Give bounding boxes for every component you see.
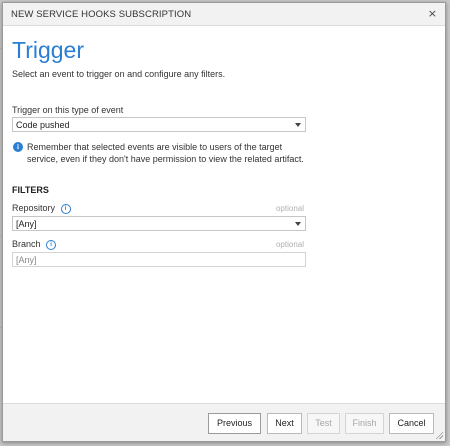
repository-label: Repository	[12, 203, 56, 213]
page-subtitle: Select an event to trigger on and config…	[12, 69, 226, 79]
resize-grip-icon[interactable]	[435, 431, 443, 439]
filters-section-title: FILTERS	[12, 185, 49, 195]
branch-optional-hint: optional	[275, 240, 304, 249]
branch-label: Branch	[12, 239, 41, 249]
event-type-value: Code pushed	[16, 120, 70, 130]
event-type-select[interactable]: Code pushed	[12, 117, 306, 132]
dialog-footer: Previous Next Test Finish Cancel	[3, 403, 445, 441]
dialog-titlebar: NEW SERVICE HOOKS SUBSCRIPTION ×	[3, 3, 445, 26]
event-type-label: Trigger on this type of event	[12, 105, 124, 115]
dialog-title: NEW SERVICE HOOKS SUBSCRIPTION	[11, 9, 192, 20]
repository-info-icon[interactable]: i	[60, 203, 71, 214]
info-icon: i	[13, 142, 23, 152]
close-icon[interactable]: ×	[428, 7, 437, 20]
next-button[interactable]: Next	[267, 413, 302, 434]
test-button[interactable]: Test	[307, 413, 340, 434]
branch-info-icon[interactable]: i	[46, 239, 57, 250]
visibility-notice: Remember that selected events are visibl…	[27, 142, 304, 164]
new-service-hook-dialog: NEW SERVICE HOOKS SUBSCRIPTION × Trigger…	[2, 2, 446, 442]
previous-button[interactable]: Previous	[208, 413, 261, 434]
branch-placeholder: [Any]	[16, 255, 37, 265]
finish-button[interactable]: Finish	[345, 413, 384, 434]
branch-input[interactable]: [Any]	[12, 252, 306, 267]
repository-select[interactable]: [Any]	[12, 216, 306, 231]
chevron-down-icon	[295, 123, 301, 127]
page-title: Trigger	[12, 37, 84, 63]
chevron-down-icon	[295, 222, 301, 226]
cancel-button[interactable]: Cancel	[389, 413, 434, 434]
repository-optional-hint: optional	[275, 204, 304, 213]
repository-value: [Any]	[16, 219, 37, 229]
branch-label-row: Branch i	[12, 239, 57, 250]
repository-label-row: Repository i	[12, 203, 71, 214]
